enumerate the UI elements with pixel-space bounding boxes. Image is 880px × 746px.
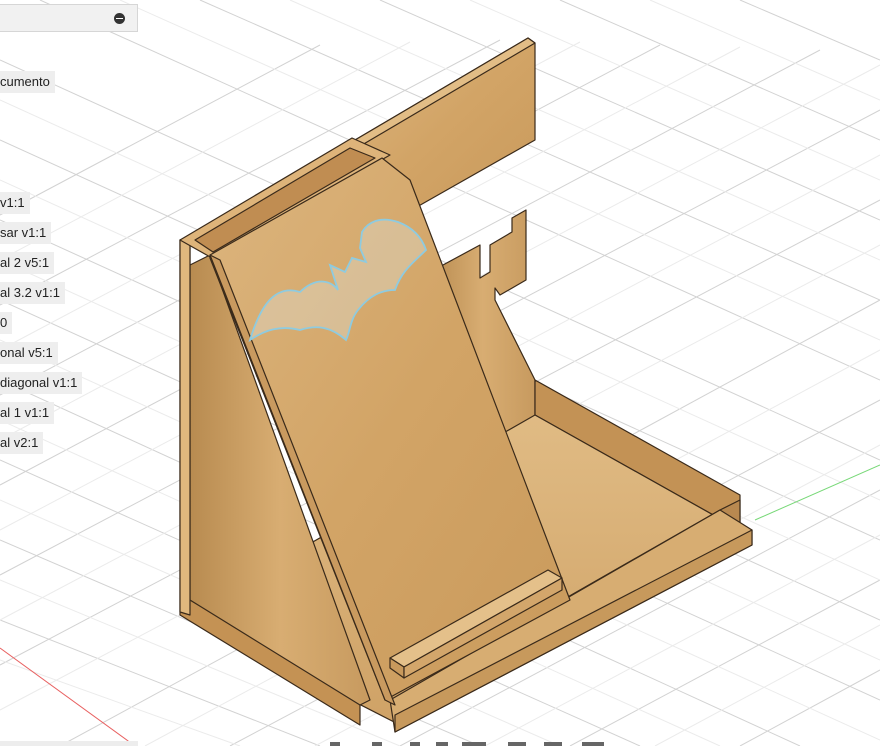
display-icon[interactable] <box>462 742 486 746</box>
document-settings-node[interactable]: cumento <box>0 71 55 93</box>
component-node[interactable]: al 1 v1:1 <box>0 402 55 424</box>
viewports-icon[interactable] <box>544 742 562 746</box>
3d-viewport[interactable] <box>0 0 880 746</box>
zoom-icon[interactable] <box>410 742 420 746</box>
effects-icon[interactable] <box>582 742 604 746</box>
component-node[interactable]: 0 <box>0 312 13 334</box>
phone-stand-model[interactable] <box>179 37 753 733</box>
left-edge <box>179 236 191 616</box>
x-axis <box>0 647 136 746</box>
component-node[interactable]: v1:1 <box>0 192 30 214</box>
component-node[interactable]: al 3.2 v1:1 <box>0 282 65 304</box>
browser-panel-header[interactable] <box>0 4 138 32</box>
component-node[interactable]: onal v5:1 <box>0 342 58 364</box>
component-node[interactable]: diagonal v1:1 <box>0 372 83 394</box>
viewport-toolbar <box>0 741 604 746</box>
pan-icon[interactable] <box>372 742 382 746</box>
grid-icon[interactable] <box>508 742 526 746</box>
fit-icon[interactable] <box>436 742 448 746</box>
component-node[interactable]: al 2 v5:1 <box>0 252 55 274</box>
component-node[interactable]: al v2:1 <box>0 432 44 454</box>
component-node[interactable]: sar v1:1 <box>0 222 52 244</box>
orbit-icon[interactable] <box>330 742 340 746</box>
minus-circle-icon[interactable] <box>114 13 125 24</box>
